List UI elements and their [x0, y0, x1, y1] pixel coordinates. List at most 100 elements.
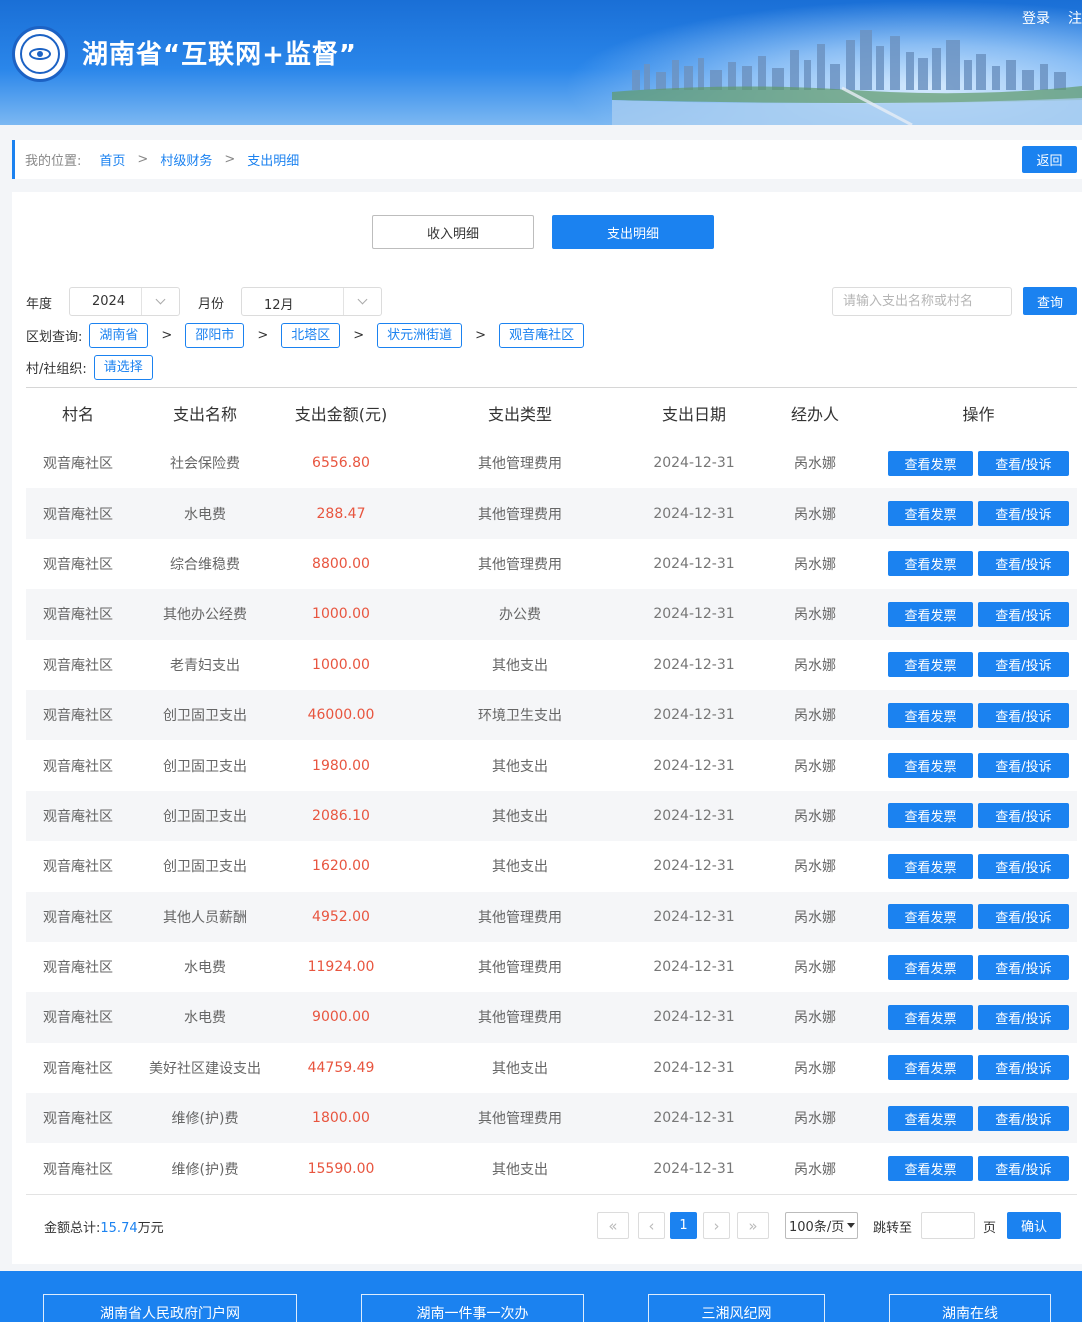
cell-actions: 查看发票 查看/投诉 [880, 954, 1077, 980]
cell-amount: 44759.49 [307, 1059, 375, 1076]
view-invoice-button[interactable]: 查看发票 [888, 702, 973, 728]
view-invoice-button[interactable]: 查看发票 [888, 1105, 973, 1131]
cell-expense-name: 社会保险费 [170, 456, 240, 473]
table-row: 观音庵社区 创卫固卫支出 2086.10 其他支出 2024-12-31 呙水娜 查看发票查… [26, 790, 1077, 842]
tab-income-detail[interactable]: 收入明细 [372, 215, 534, 249]
year-label: 年度 [26, 297, 53, 312]
breadcrumb-expense-detail[interactable]: 支出明细 [247, 150, 299, 169]
cell-date: 2024-12-31 [653, 606, 735, 623]
view-complaint-button[interactable]: 查看/投诉 [978, 601, 1069, 627]
month-select[interactable]: 12月 [241, 287, 382, 316]
view-invoice-button[interactable]: 查看发票 [888, 501, 973, 527]
cell-village: 观音庵社区 [43, 909, 113, 926]
page-size-select[interactable]: 100条/页 [785, 1212, 858, 1239]
view-complaint-button[interactable]: 查看/投诉 [978, 753, 1069, 779]
main-panel: 收入明细 支出明细 年度 2024 月份 12月 查询 区划查询: 湖南省 > … [12, 192, 1082, 1264]
view-invoice-button[interactable]: 查看发票 [888, 954, 973, 980]
header-date: 支出日期 [661, 405, 726, 424]
view-complaint-button[interactable]: 查看/投诉 [978, 1156, 1069, 1182]
total-label: 金额总计: [44, 1221, 101, 1236]
total-unit: 万元 [137, 1221, 164, 1236]
view-complaint-button[interactable]: 查看/投诉 [978, 652, 1069, 678]
amount-total: 金额总计:15.74万元 [44, 1217, 164, 1236]
first-page-button[interactable]: « [597, 1212, 629, 1239]
header-type: 支出类型 [487, 405, 552, 424]
register-link[interactable]: 注 [1068, 8, 1082, 28]
search-input[interactable] [832, 287, 1012, 316]
view-invoice-button[interactable]: 查看发票 [888, 1004, 973, 1030]
cell-type: 其他支出 [492, 1161, 548, 1178]
cell-type: 其他支出 [492, 758, 548, 775]
cell-expense-name: 维修(护)费 [171, 1161, 239, 1178]
cell-village: 观音庵社区 [43, 456, 113, 473]
header-amount: 支出金额(元) [294, 405, 388, 424]
year-value: 2024 [92, 294, 126, 309]
breadcrumb-home[interactable]: 首页 [99, 150, 125, 169]
cell-handler: 呙水娜 [794, 556, 836, 573]
year-select[interactable]: 2024 [69, 287, 180, 316]
back-button[interactable]: 返回 [1022, 146, 1077, 173]
village-select-button[interactable]: 请选择 [93, 355, 153, 380]
cell-expense-name: 创卫固卫支出 [163, 708, 247, 725]
village-label: 村/社组织: [26, 362, 87, 377]
cell-actions: 查看发票 查看/投诉 [880, 652, 1077, 678]
next-page-button[interactable]: › [703, 1212, 730, 1239]
view-complaint-button[interactable]: 查看/投诉 [978, 1105, 1069, 1131]
view-invoice-button[interactable]: 查看发票 [888, 652, 973, 678]
prev-page-button[interactable]: ‹ [638, 1212, 665, 1239]
view-invoice-button[interactable]: 查看发票 [888, 1156, 973, 1182]
cell-handler: 呙水娜 [794, 758, 836, 775]
region-chip-city[interactable]: 邵阳市 [185, 323, 245, 348]
cell-handler: 呙水娜 [794, 859, 836, 876]
region-chip-district[interactable]: 北塔区 [281, 323, 341, 348]
logo-pupil [37, 51, 43, 57]
view-complaint-button[interactable]: 查看/投诉 [978, 702, 1069, 728]
login-link[interactable]: 登录 [1022, 8, 1050, 28]
cell-actions: 查看发票 查看/投诉 [880, 803, 1077, 829]
confirm-jump-button[interactable]: 确认 [1007, 1212, 1061, 1239]
footer-link-gov-portal[interactable]: 湖南省人民政府门户网 [43, 1294, 297, 1322]
view-complaint-button[interactable]: 查看/投诉 [978, 803, 1069, 829]
view-invoice-button[interactable]: 查看发票 [888, 803, 973, 829]
cell-amount: 1000.00 [312, 606, 370, 623]
jump-page-input[interactable] [921, 1212, 975, 1239]
footer-link-discipline[interactable]: 三湘风纪网 [648, 1294, 825, 1322]
view-complaint-button[interactable]: 查看/投诉 [978, 551, 1069, 577]
cell-expense-name: 美好社区建设支出 [149, 1060, 261, 1077]
cell-date: 2024-12-31 [653, 858, 735, 875]
last-page-button[interactable]: » [737, 1212, 769, 1239]
view-complaint-button[interactable]: 查看/投诉 [978, 904, 1069, 930]
cell-village: 观音庵社区 [43, 657, 113, 674]
cell-expense-name: 创卫固卫支出 [163, 859, 247, 876]
view-invoice-button[interactable]: 查看发票 [888, 853, 973, 879]
view-complaint-button[interactable]: 查看/投诉 [978, 954, 1069, 980]
view-complaint-button[interactable]: 查看/投诉 [978, 1004, 1069, 1030]
view-invoice-button[interactable]: 查看发票 [888, 450, 973, 476]
tab-expense-detail[interactable]: 支出明细 [552, 215, 714, 249]
view-invoice-button[interactable]: 查看发票 [888, 904, 973, 930]
footer-link-hunan-online[interactable]: 湖南在线 [889, 1294, 1051, 1322]
view-complaint-button[interactable]: 查看/投诉 [978, 501, 1069, 527]
query-button[interactable]: 查询 [1023, 287, 1077, 315]
view-complaint-button[interactable]: 查看/投诉 [978, 450, 1069, 476]
view-complaint-button[interactable]: 查看/投诉 [978, 1055, 1069, 1081]
view-invoice-button[interactable]: 查看发票 [888, 1055, 973, 1081]
page-number-current[interactable]: 1 [670, 1212, 697, 1239]
cell-date: 2024-12-31 [653, 908, 735, 925]
view-invoice-button[interactable]: 查看发票 [888, 601, 973, 627]
table-row: 观音庵社区 水电费 9000.00 其他管理费用 2024-12-31 呙水娜 查看发票 查看… [26, 992, 1077, 1043]
region-chip-province[interactable]: 湖南省 [89, 323, 149, 348]
table-row: 观音庵社区 水电费 11924.00 其他管理费用 2024-12-31 呙水娜 查看发票查… [26, 942, 1077, 992]
cell-village: 观音庵社区 [43, 859, 113, 876]
jump-label: 跳转至 [873, 1221, 913, 1236]
view-complaint-button[interactable]: 查看/投诉 [978, 853, 1069, 879]
region-separator: > [257, 328, 269, 343]
region-chip-community[interactable]: 观音庵社区 [499, 323, 585, 348]
breadcrumb-village-finance[interactable]: 村级财务 [160, 150, 212, 169]
view-invoice-button[interactable]: 查看发票 [888, 551, 973, 577]
cell-handler: 呙水娜 [794, 808, 836, 825]
view-invoice-button[interactable]: 查看发票 [888, 753, 973, 779]
region-chip-street[interactable]: 状元洲街道 [377, 323, 463, 348]
footer-link-one-thing[interactable]: 湖南一件事一次办 [361, 1294, 584, 1322]
cell-actions: 查看发票 查看/投诉 [880, 501, 1077, 527]
